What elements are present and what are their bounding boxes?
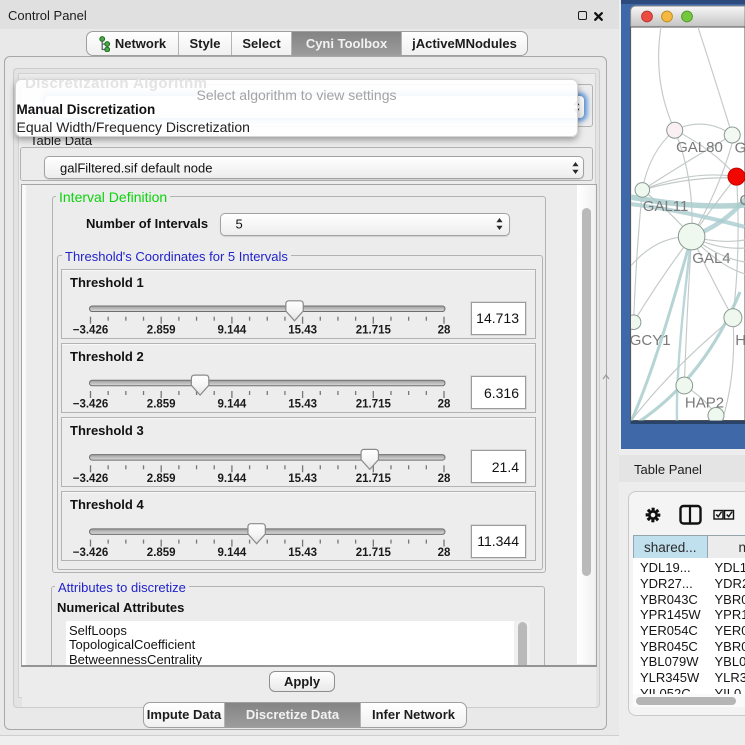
svg-text:9.144: 9.144 <box>218 324 247 336</box>
svg-text:15.43: 15.43 <box>288 324 317 336</box>
svg-text:2.859: 2.859 <box>147 473 176 485</box>
svg-text:−3.426: −3.426 <box>73 399 109 411</box>
svg-text:9.144: 9.144 <box>218 547 247 559</box>
svg-text:28: 28 <box>438 473 451 485</box>
svg-text:28: 28 <box>438 547 451 559</box>
svg-text:9.144: 9.144 <box>218 399 247 411</box>
svg-text:15.43: 15.43 <box>288 473 317 485</box>
svg-text:21.715: 21.715 <box>356 547 392 559</box>
svg-text:−3.426: −3.426 <box>73 547 109 559</box>
svg-text:2.859: 2.859 <box>147 547 176 559</box>
svg-text:2.859: 2.859 <box>147 399 176 411</box>
svg-text:−3.426: −3.426 <box>73 473 109 485</box>
svg-text:21.715: 21.715 <box>356 473 392 485</box>
svg-text:GAL4: GAL4 <box>692 250 730 267</box>
svg-text:−3.426: −3.426 <box>73 324 109 336</box>
svg-text:GCY1: GCY1 <box>630 332 671 349</box>
svg-text:H: H <box>735 332 745 349</box>
svg-text:28: 28 <box>438 324 451 336</box>
svg-text:15.43: 15.43 <box>288 399 317 411</box>
svg-text:GAL11: GAL11 <box>643 198 689 215</box>
svg-text:GA: GA <box>735 140 745 157</box>
svg-text:21.715: 21.715 <box>356 324 392 336</box>
svg-text:GAL80: GAL80 <box>676 139 723 156</box>
svg-text:HAP2: HAP2 <box>685 395 724 412</box>
svg-text:28: 28 <box>438 399 451 411</box>
svg-text:2.859: 2.859 <box>147 324 176 336</box>
svg-text:21.715: 21.715 <box>356 399 392 411</box>
svg-text:9.144: 9.144 <box>218 473 247 485</box>
svg-text:C: C <box>739 192 745 209</box>
svg-text:15.43: 15.43 <box>288 547 317 559</box>
